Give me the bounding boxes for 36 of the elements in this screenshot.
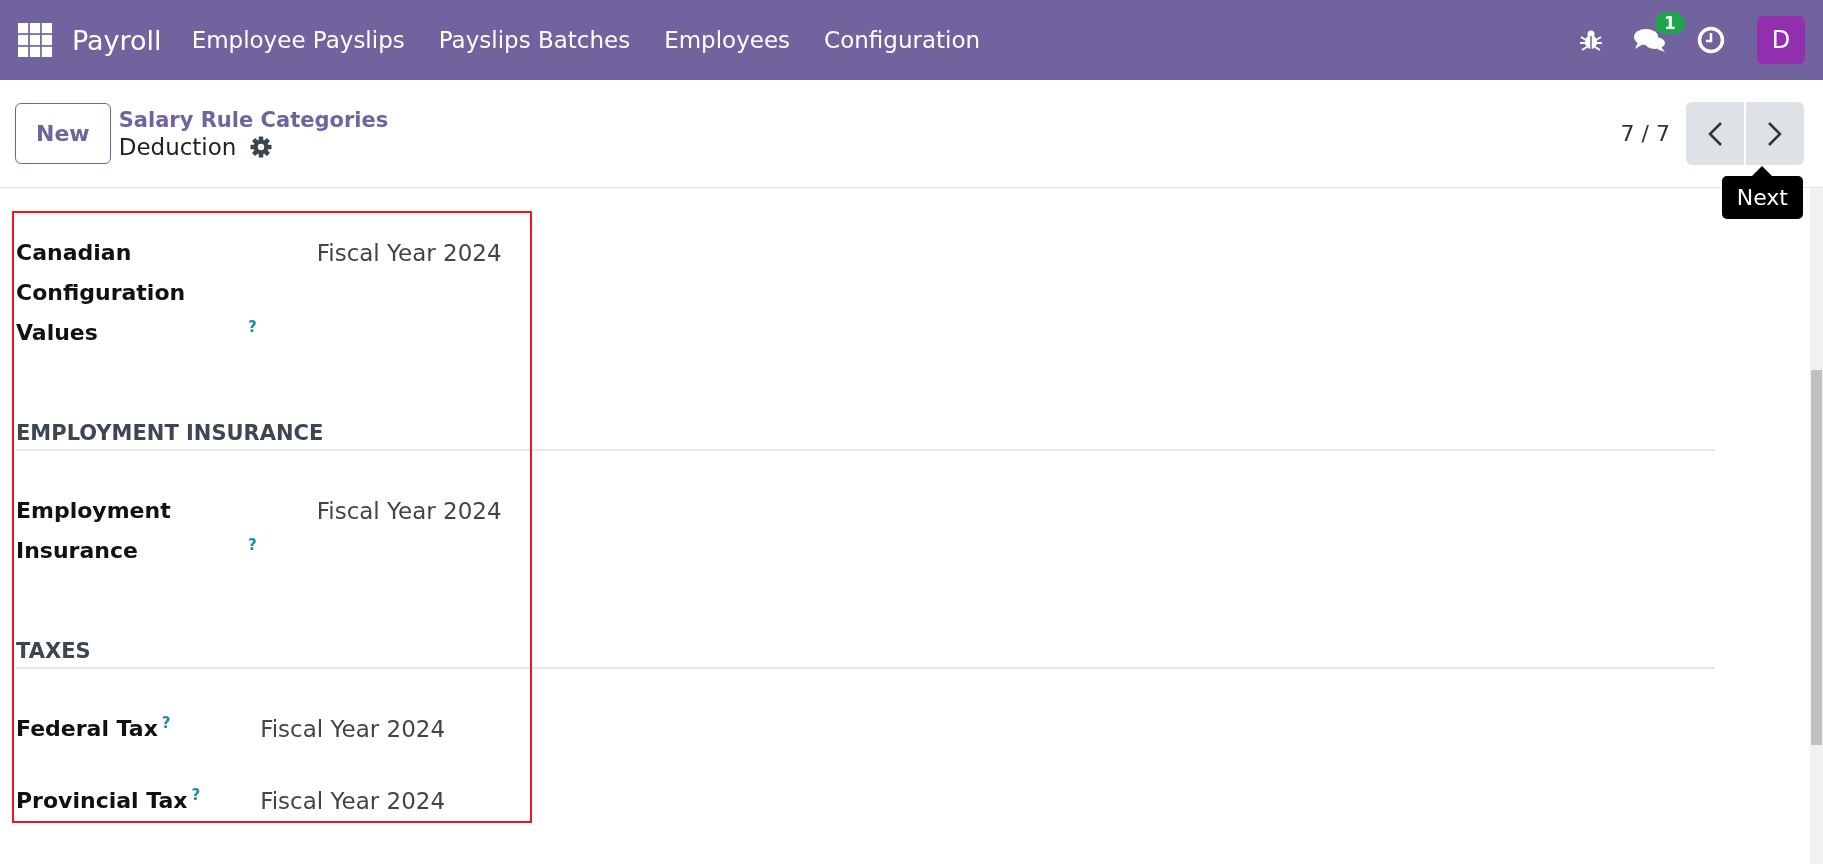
menu-item[interactable]: Employee Payslips xyxy=(191,27,405,53)
new-button[interactable]: New xyxy=(15,103,111,164)
field-label: Federal Tax xyxy=(16,715,158,743)
help-tooltip-mark[interactable]: ? xyxy=(191,785,201,804)
app-title[interactable]: Payroll xyxy=(72,24,162,56)
section-heading: TAXES xyxy=(16,639,1715,669)
tooltip: Next xyxy=(1721,176,1803,219)
field-value: Fiscal Year 2024 xyxy=(260,788,446,814)
help-tooltip-mark[interactable]: ? xyxy=(248,317,257,336)
user-avatar[interactable]: D xyxy=(1757,16,1805,64)
field-label: Employment Insurance xyxy=(16,497,172,565)
chevron-right-icon xyxy=(1767,120,1783,147)
field-label: Provincial Tax xyxy=(16,787,188,815)
bug-icon[interactable] xyxy=(1579,28,1603,52)
help-tooltip-mark[interactable]: ? xyxy=(248,535,257,554)
tooltip-pointer-icon xyxy=(1752,166,1772,176)
menu-item[interactable]: Configuration xyxy=(824,27,981,53)
settings-icon[interactable] xyxy=(250,135,273,158)
menu-item[interactable]: Employees xyxy=(664,27,791,53)
help-tooltip-mark[interactable]: ? xyxy=(161,713,171,732)
scrollbar[interactable] xyxy=(1810,188,1823,864)
scrollbar-thumb[interactable] xyxy=(1811,370,1822,745)
section-heading: EMPLOYMENT INSURANCE xyxy=(16,421,1715,451)
notification-badge: 1 xyxy=(1655,12,1685,34)
chevron-left-icon xyxy=(1707,120,1723,147)
field-value: Fiscal Year 2024 xyxy=(316,498,502,524)
apps-menu-icon[interactable] xyxy=(18,23,52,57)
pager-counter: 7 / 7 xyxy=(1620,121,1670,146)
field-value: Fiscal Year 2024 xyxy=(260,716,446,742)
breadcrumb-link[interactable]: Salary Rule Categories xyxy=(118,107,389,132)
chat-icon[interactable] xyxy=(1633,26,1667,54)
menu-item[interactable]: Payslips Batches xyxy=(438,27,631,53)
record-title: Deduction xyxy=(118,133,237,160)
clock-icon[interactable] xyxy=(1697,26,1725,54)
field-value: Fiscal Year 2024 xyxy=(316,240,502,266)
field-label: Canadian Configuration Values xyxy=(16,239,187,347)
